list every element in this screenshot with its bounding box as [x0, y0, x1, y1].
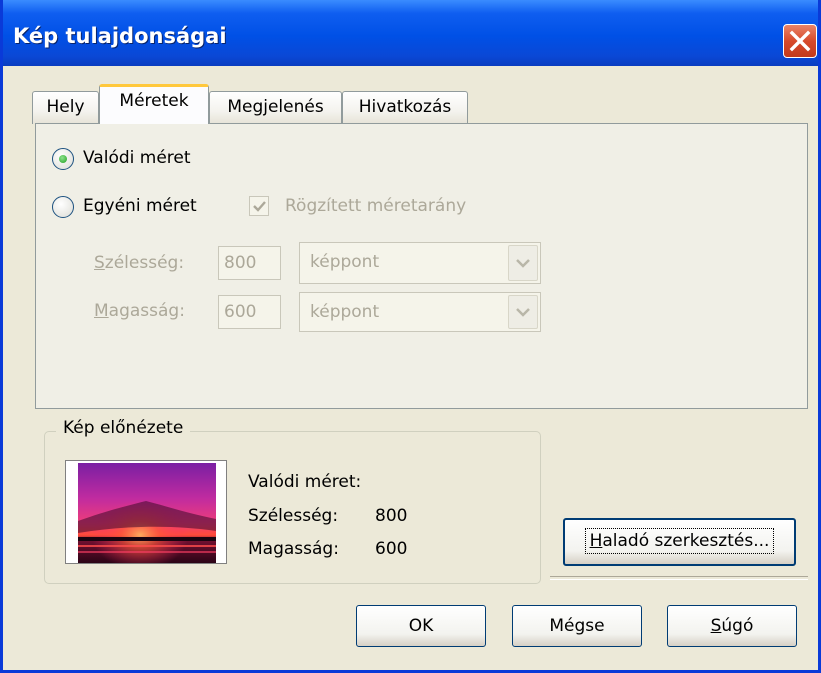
separator: [550, 576, 808, 580]
help-accel: S: [710, 616, 722, 636]
tab-hivatkozas[interactable]: Hivatkozás: [342, 91, 468, 124]
advanced-edit-accel: H: [589, 531, 603, 551]
preview-width-value: 800: [375, 506, 408, 526]
preview-width-label: Szélesség:: [248, 506, 339, 526]
sunset-image: [78, 463, 216, 563]
tab-hely-label: Hely: [46, 97, 85, 117]
cancel-button[interactable]: Mégse: [512, 605, 642, 647]
tab-meretek-label: Méretek: [119, 91, 189, 111]
height-label: Magasság:: [94, 301, 185, 321]
preview-actual-size-label: Valódi méret:: [248, 472, 362, 492]
chevron-down-icon: [516, 308, 530, 317]
help-button[interactable]: Súgó: [667, 605, 797, 647]
width-label: Szélesség:: [94, 253, 184, 273]
advanced-edit-button[interactable]: Haladó szerkesztés...: [563, 518, 796, 566]
height-unit-value: képpont: [310, 302, 380, 322]
width-unit-value: képpont: [310, 252, 380, 272]
tab-megjelenes[interactable]: Megjelenés: [209, 91, 342, 124]
close-button[interactable]: [783, 24, 817, 58]
advanced-edit-label: Haladó szerkesztés...: [584, 528, 775, 554]
advanced-edit-rest: aladó szerkesztés...: [602, 531, 770, 551]
height-label-rest: agasság:: [108, 301, 185, 321]
actual-size-label: Valódi méret: [83, 148, 191, 168]
height-label-accel: M: [94, 301, 109, 321]
ok-button[interactable]: OK: [356, 605, 486, 647]
tab-hely[interactable]: Hely: [32, 91, 99, 124]
radio-selected-dot: [59, 155, 67, 163]
width-input[interactable]: 800: [218, 246, 281, 280]
dialog-title: Kép tulajdonságai: [13, 24, 227, 48]
chevron-down-icon: [516, 259, 530, 268]
close-icon: [789, 30, 811, 52]
checkmark-icon: [253, 201, 266, 212]
keep-ratio-checkbox[interactable]: [249, 196, 269, 216]
tab-megjelenes-label: Megjelenés: [227, 97, 324, 117]
preview-legend: Kép előnézete: [56, 418, 191, 438]
width-label-rest: zélesség:: [104, 253, 185, 273]
width-label-accel: S: [94, 253, 105, 273]
height-input[interactable]: 600: [218, 295, 281, 329]
tab-hivatkozas-label: Hivatkozás: [358, 97, 452, 117]
preview-height-value: 600: [375, 539, 408, 559]
width-unit-dropdown-button[interactable]: [508, 245, 538, 281]
title-bar[interactable]: Kép tulajdonságai: [3, 0, 818, 66]
actual-size-radio[interactable]: [52, 148, 74, 170]
dialog-window: Kép tulajdonságai Hely Méretek Megjelené…: [0, 0, 821, 673]
keep-ratio-label: Rögzített méretarány: [285, 196, 467, 216]
width-unit-select[interactable]: képpont: [299, 242, 541, 284]
tab-meretek[interactable]: Méretek: [99, 84, 209, 124]
help-rest: úgó: [721, 616, 754, 636]
preview-image: [65, 460, 227, 564]
height-unit-select[interactable]: képpont: [299, 292, 541, 332]
height-unit-dropdown-button[interactable]: [508, 295, 538, 329]
custom-size-radio[interactable]: [52, 196, 74, 218]
preview-height-label: Magasság:: [248, 539, 339, 559]
custom-size-label: Egyéni méret: [83, 196, 197, 216]
